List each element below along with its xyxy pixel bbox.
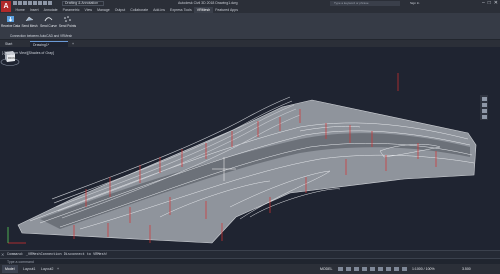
open-icon[interactable] (18, 1, 22, 5)
viewcube-icon[interactable]: FRONT (0, 47, 20, 67)
search-input[interactable]: Type a keyword or phrase (330, 1, 400, 6)
orbit-icon[interactable] (481, 115, 487, 119)
maximize-button[interactable]: □ (488, 0, 491, 6)
viewcube-face-label: FRONT (8, 57, 17, 60)
selection-cycling-icon[interactable] (394, 267, 399, 271)
window-controls: – □ ✕ (482, 0, 498, 6)
sign-in-button[interactable]: Sign In (410, 1, 419, 5)
ribbon: Receive Data Send Mesh Send Curve Send P… (0, 13, 500, 40)
application-menu-button[interactable]: A (1, 1, 11, 12)
terrain-surface (18, 100, 476, 243)
send-points-button[interactable]: Send Points (59, 14, 76, 31)
window-title: Autodesk Civil 3D 2018 Drawing1.dwg (178, 1, 238, 5)
steering-wheel-icon[interactable] (481, 97, 487, 101)
save-as-icon[interactable] (28, 1, 32, 5)
print-icon[interactable] (33, 1, 37, 5)
close-button[interactable]: ✕ (494, 0, 498, 6)
ortho-icon[interactable] (354, 267, 359, 271)
annotation-icon[interactable] (402, 267, 407, 271)
status-bar: Model Layout1 Layout2 + MODEL 1:1000 / 1… (0, 264, 500, 274)
redo-icon[interactable] (43, 1, 47, 5)
osnap-icon[interactable] (370, 267, 375, 271)
snap-icon[interactable] (346, 267, 351, 271)
panel-title: Connection between AutoCAD and VRMesh (9, 34, 73, 38)
pan-icon[interactable] (481, 103, 487, 107)
send-points-icon (64, 16, 71, 22)
navigation-bar (480, 95, 488, 120)
file-tab-bar: Start Drawing1* + (0, 40, 500, 47)
vrmesh-connection-panel: Receive Data Send Mesh Send Curve Send P… (1, 14, 80, 40)
send-curve-button[interactable]: Send Curve (40, 14, 57, 31)
new-icon[interactable] (13, 1, 17, 5)
transparency-icon[interactable] (386, 267, 391, 271)
workspace-selector[interactable]: Drafting & Annotation (62, 1, 104, 6)
send-mesh-icon (25, 16, 34, 22)
add-layout-button[interactable]: + (54, 265, 62, 273)
title-bar: A Drafting & Annotation Autodesk Civil 3… (0, 0, 500, 12)
quick-access-toolbar (13, 1, 52, 5)
receive-data-button[interactable]: Receive Data (1, 14, 20, 31)
mesh-terrain-model (7, 73, 477, 244)
receive-data-icon (7, 16, 14, 22)
annotation-scale[interactable]: 1:1000 / 100% (412, 265, 435, 273)
send-mesh-button[interactable]: Send Mesh (21, 14, 38, 31)
polar-icon[interactable] (362, 267, 367, 271)
drawing-viewport[interactable]: [-][Custom View][Shades of Gray] FRONT (0, 47, 500, 250)
zoom-icon[interactable] (481, 109, 487, 113)
save-icon[interactable] (23, 1, 27, 5)
command-history: ✕ Command: _VRMeshConnection Disconnect … (0, 250, 500, 258)
grid-icon[interactable] (338, 267, 343, 271)
lineweight-icon[interactable] (378, 267, 383, 271)
layout-tab-model[interactable]: Model (2, 265, 18, 273)
units-display: 3.500 (462, 267, 471, 271)
dropdown-icon[interactable] (48, 1, 52, 5)
undo-icon[interactable] (38, 1, 42, 5)
send-curve-icon (44, 17, 53, 22)
model-space-toggle[interactable]: MODEL (320, 265, 332, 273)
minimize-button[interactable]: – (482, 0, 485, 6)
layout-tab-layout1[interactable]: Layout1 (20, 265, 38, 273)
status-toggles (338, 267, 407, 271)
